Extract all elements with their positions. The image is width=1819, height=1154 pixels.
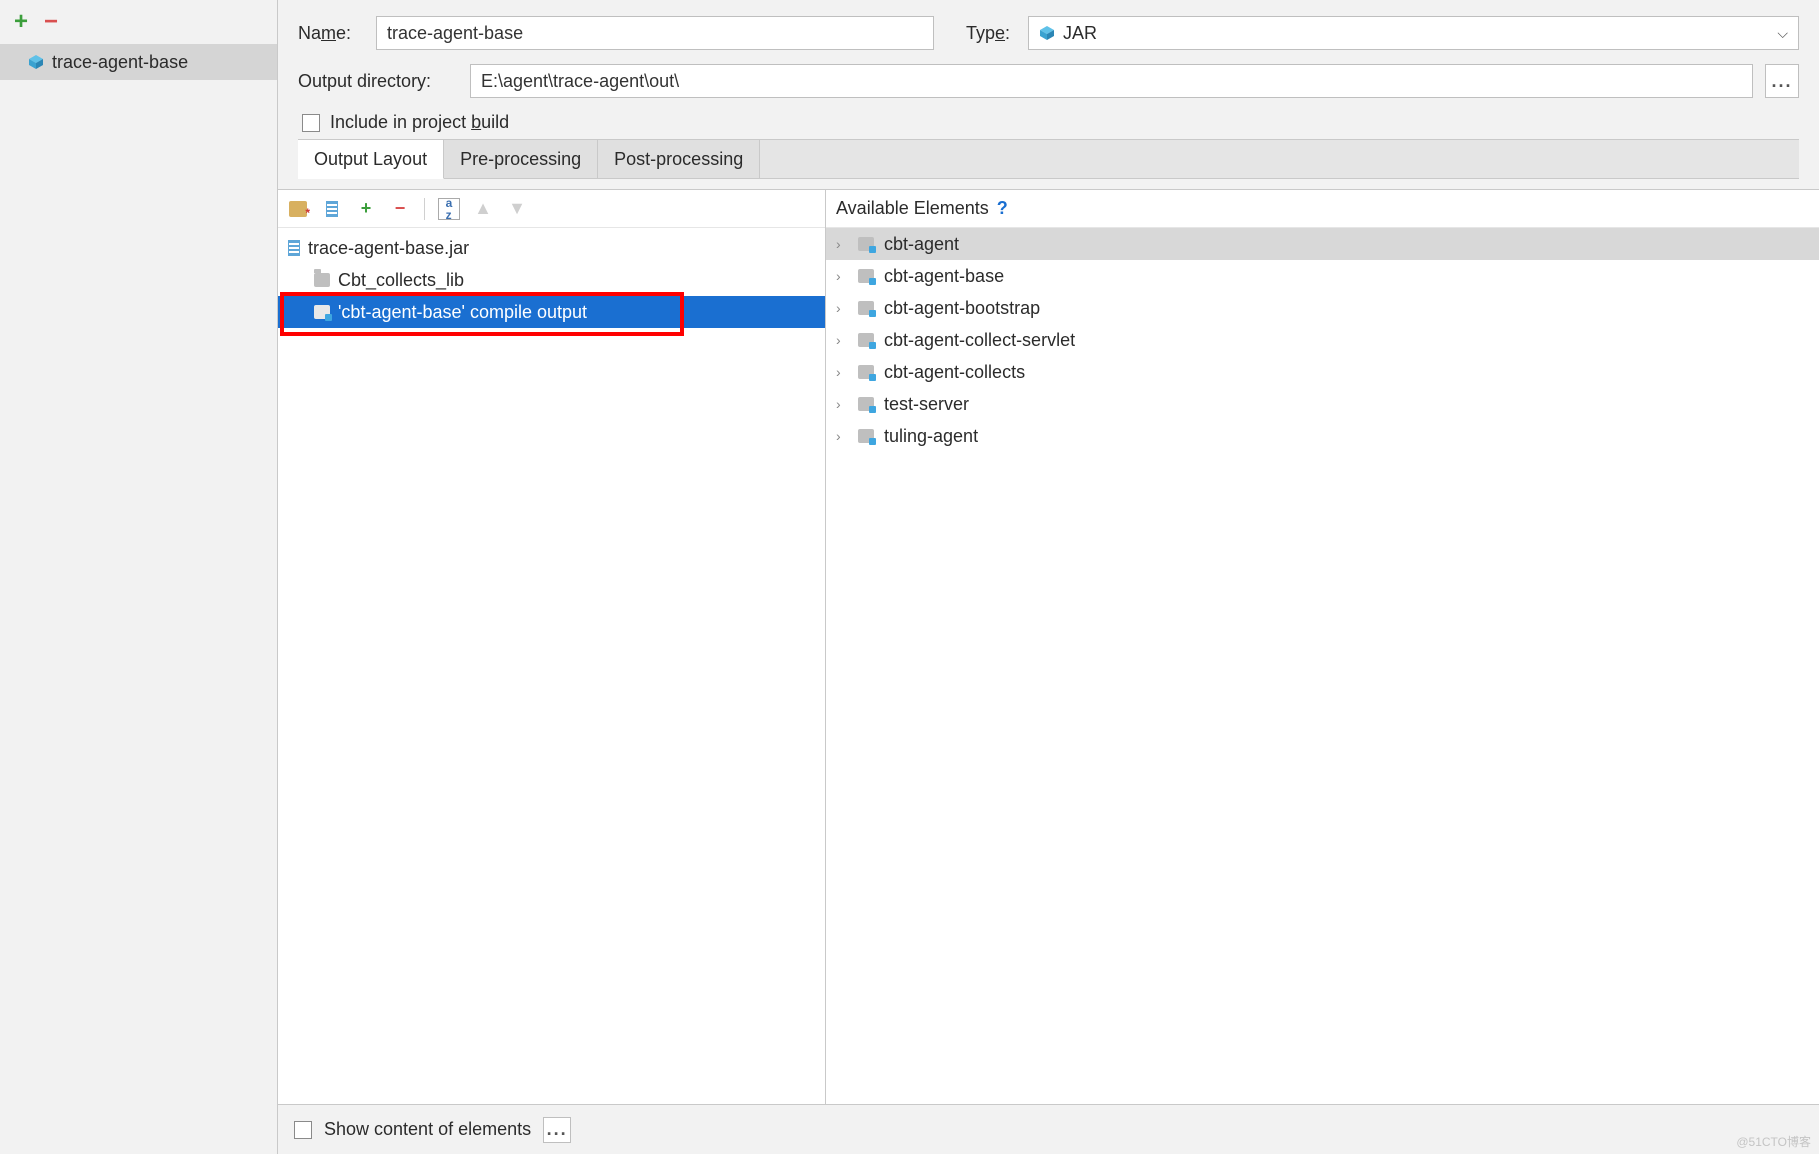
module-icon	[858, 301, 874, 315]
available-item-label: cbt-agent-base	[884, 266, 1004, 287]
available-elements-tree[interactable]: › cbt-agent › cbt-agent-base › cb	[826, 228, 1819, 1104]
tree-label: 'cbt-agent-base' compile output	[338, 302, 587, 323]
browse-output-directory-button[interactable]: ...	[1765, 64, 1799, 98]
module-icon	[858, 397, 874, 411]
name-label: Name:	[298, 23, 364, 44]
tab-post-processing[interactable]: Post-processing	[598, 140, 760, 178]
available-item-cbt-agent-collect-servlet[interactable]: › cbt-agent-collect-servlet	[826, 324, 1819, 356]
name-input[interactable]	[376, 16, 934, 50]
tree-folder-lib[interactable]: Cbt_collects_lib	[278, 264, 825, 296]
module-icon	[858, 429, 874, 443]
tab-bar: Output Layout Pre-processing Post-proces…	[298, 139, 1799, 179]
move-down-button[interactable]: ▼	[505, 197, 529, 221]
available-elements-panel: Available Elements ? › cbt-agent › cbt-a…	[826, 190, 1819, 1104]
available-item-tuling-agent[interactable]: › tuling-agent	[826, 420, 1819, 452]
artifact-list: trace-agent-base	[0, 44, 277, 1154]
folder-icon	[314, 273, 330, 287]
tree-root-archive[interactable]: trace-agent-base.jar	[278, 232, 825, 264]
output-directory-input[interactable]	[470, 64, 1753, 98]
available-item-label: cbt-agent-collects	[884, 362, 1025, 383]
output-layout-panel: + − az ▲ ▼ trace-agent-base.jar	[278, 190, 826, 1104]
sidebar-toolbar: + −	[0, 0, 277, 44]
tree-compile-output[interactable]: 'cbt-agent-base' compile output	[278, 296, 825, 328]
show-content-label: Show content of elements	[324, 1119, 531, 1140]
module-output-icon	[314, 305, 330, 319]
move-up-button[interactable]: ▲	[471, 197, 495, 221]
include-in-build-checkbox[interactable]	[302, 114, 320, 132]
tab-output-layout[interactable]: Output Layout	[298, 140, 444, 179]
expander-icon[interactable]: ›	[836, 332, 848, 348]
remove-artifact-button[interactable]: −	[36, 7, 66, 37]
available-item-label: cbt-agent-collect-servlet	[884, 330, 1075, 351]
separator	[424, 198, 425, 220]
output-directory-label: Output directory:	[298, 71, 458, 92]
module-icon	[858, 237, 874, 251]
available-item-label: cbt-agent	[884, 234, 959, 255]
expander-icon[interactable]: ›	[836, 268, 848, 284]
expander-icon[interactable]: ›	[836, 396, 848, 412]
tree-label: Cbt_collects_lib	[338, 270, 464, 291]
expander-icon[interactable]: ›	[836, 428, 848, 444]
module-icon	[858, 269, 874, 283]
tree-label: trace-agent-base.jar	[308, 238, 469, 259]
add-artifact-button[interactable]: +	[6, 7, 36, 37]
available-item-label: test-server	[884, 394, 969, 415]
chevron-down-icon: ⌵	[1777, 25, 1788, 42]
available-item-cbt-agent-collects[interactable]: › cbt-agent-collects	[826, 356, 1819, 388]
jar-icon	[1039, 25, 1055, 41]
include-in-build-label: Include in project build	[330, 112, 509, 133]
output-layout-tree[interactable]: trace-agent-base.jar Cbt_collects_lib 'c…	[278, 228, 825, 1104]
available-item-test-server[interactable]: › test-server	[826, 388, 1819, 420]
module-icon	[858, 365, 874, 379]
type-value: JAR	[1063, 23, 1097, 44]
expander-icon[interactable]: ›	[836, 364, 848, 380]
available-item-label: cbt-agent-bootstrap	[884, 298, 1040, 319]
add-copy-button[interactable]: +	[354, 197, 378, 221]
available-elements-label: Available Elements	[836, 198, 989, 219]
tab-pre-processing[interactable]: Pre-processing	[444, 140, 598, 178]
type-select[interactable]: JAR ⌵	[1028, 16, 1799, 50]
available-item-cbt-agent-base[interactable]: › cbt-agent-base	[826, 260, 1819, 292]
artifact-editor: Name: Type: JAR ⌵ Output directory:	[278, 0, 1819, 1154]
jar-icon	[28, 54, 44, 70]
artifacts-sidebar: + − trace-agent-base	[0, 0, 278, 1154]
new-folder-button[interactable]	[286, 197, 310, 221]
show-content-configure-button[interactable]: ...	[543, 1117, 571, 1143]
bottom-bar: Show content of elements ...	[278, 1104, 1819, 1154]
watermark: @51CTO博客	[1736, 1133, 1811, 1150]
module-icon	[858, 333, 874, 347]
show-content-checkbox[interactable]	[294, 1121, 312, 1139]
artifact-item-label: trace-agent-base	[52, 52, 188, 73]
available-item-cbt-agent-bootstrap[interactable]: › cbt-agent-bootstrap	[826, 292, 1819, 324]
available-item-label: tuling-agent	[884, 426, 978, 447]
expander-icon[interactable]: ›	[836, 300, 848, 316]
expander-icon[interactable]: ›	[836, 236, 848, 252]
layout-toolbar: + − az ▲ ▼	[278, 190, 825, 228]
artifact-item-trace-agent-base[interactable]: trace-agent-base	[0, 44, 277, 80]
sort-button[interactable]: az	[437, 197, 461, 221]
archive-icon	[288, 240, 300, 256]
new-archive-button[interactable]	[320, 197, 344, 221]
remove-button[interactable]: −	[388, 197, 412, 221]
type-label: Type:	[966, 23, 1016, 44]
available-item-cbt-agent[interactable]: › cbt-agent	[826, 228, 1819, 260]
help-icon[interactable]: ?	[997, 198, 1008, 219]
